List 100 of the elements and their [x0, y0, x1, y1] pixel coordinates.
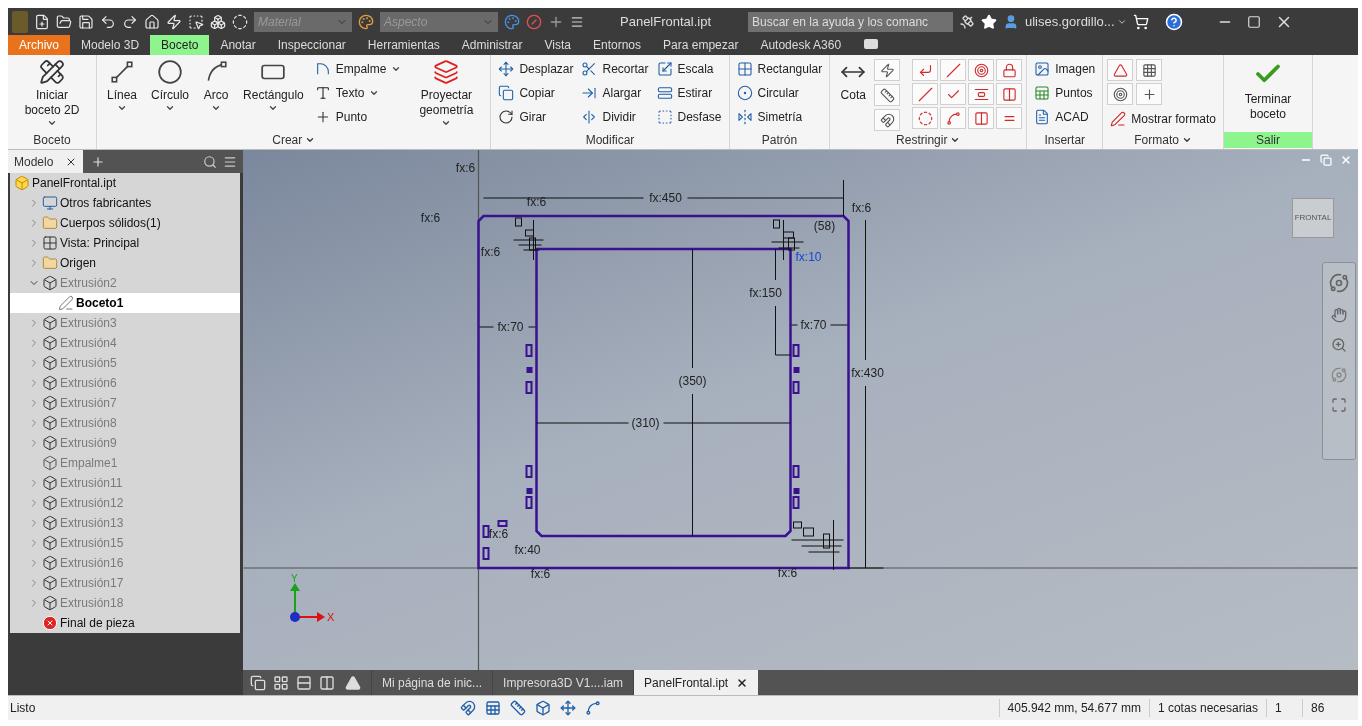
tree-item[interactable]: Vista: Principal [10, 233, 240, 253]
undo-icon[interactable] [100, 13, 116, 30]
ribbon-group-label[interactable]: Modificar [577, 131, 643, 149]
select-icon[interactable] [188, 13, 204, 30]
ribbon-group-label[interactable]: Salir [1223, 132, 1312, 149]
ribbon-button[interactable]: Imagen [1031, 57, 1099, 81]
redo-icon[interactable] [122, 13, 138, 30]
menu-tab[interactable]: Administrar [450, 35, 534, 55]
dimension-label[interactable]: fx:150 [749, 286, 782, 300]
menu-icon[interactable] [570, 14, 584, 29]
ribbon-button[interactable]: Copiar [495, 81, 577, 105]
up-triangle-icon[interactable] [345, 674, 361, 691]
dimension-label[interactable]: fx:6 [530, 567, 551, 581]
panel-toggle-icon[interactable] [864, 39, 879, 49]
dimension-label[interactable]: fx:6 [488, 527, 509, 541]
ribbon-button[interactable]: Mostrar formato [1107, 107, 1219, 131]
dimension-label[interactable]: fx:40 [514, 543, 541, 557]
home-icon[interactable] [144, 13, 160, 30]
dimension-label[interactable]: fx:430 [851, 366, 884, 380]
icon-button[interactable] [1136, 59, 1163, 81]
vertical-split-icon[interactable] [319, 674, 335, 691]
clear-appearance-icon[interactable] [526, 13, 542, 30]
add-tab-icon[interactable] [91, 154, 106, 169]
icon-button[interactable] [912, 83, 939, 105]
tree-item[interactable]: PanelFrontal.ipt [10, 173, 240, 193]
dimension-label[interactable]: fx:70 [800, 318, 827, 332]
help-icon[interactable] [1164, 12, 1183, 31]
save-icon[interactable] [78, 13, 94, 30]
dimension-label[interactable]: fx:6 [480, 245, 501, 259]
icon-button[interactable] [996, 59, 1023, 81]
horizontal-split-icon[interactable] [296, 674, 312, 691]
ribbon-button[interactable]: Recortar [578, 57, 652, 81]
user-menu[interactable]: ulises.gordillo... [1025, 11, 1127, 32]
dimension-label[interactable]: (310) [631, 416, 660, 430]
ribbon-large-button[interactable]: Iniciar boceto 2D [12, 57, 92, 128]
menu-tab[interactable]: Boceto [150, 35, 210, 55]
move-icon[interactable] [560, 700, 576, 716]
icon-button[interactable] [874, 84, 901, 106]
browser-tab[interactable]: Modelo [8, 150, 84, 173]
menu-tab[interactable]: Vista [533, 35, 582, 55]
icon-button[interactable] [968, 107, 995, 129]
lightning-icon[interactable] [166, 13, 182, 30]
tree-item[interactable]: Final de pieza [10, 613, 240, 633]
ribbon-button[interactable]: Dividir [578, 105, 652, 129]
ribbon-button[interactable]: ACAD [1031, 105, 1099, 129]
dimension-label[interactable]: (58) [813, 219, 836, 233]
box-icon[interactable] [535, 700, 551, 716]
icon-button[interactable] [874, 109, 901, 131]
dimension-icon[interactable] [510, 700, 526, 716]
ribbon-large-button[interactable]: Rectángulo [237, 57, 310, 113]
tile-icon[interactable] [273, 674, 289, 691]
document-tab[interactable]: PanelFrontal.ipt [633, 670, 759, 695]
curve-icon[interactable] [585, 700, 601, 716]
ribbon-large-button[interactable]: Proyectar geometría [406, 57, 487, 128]
ribbon-button[interactable]: Texto [311, 81, 405, 105]
ribbon-group-label[interactable]: Boceto [25, 131, 79, 149]
icon-button[interactable] [968, 83, 995, 105]
icon-button[interactable] [1136, 83, 1163, 105]
menu-tab[interactable]: Anotar [209, 35, 267, 55]
menu-tab[interactable]: Para empezar [652, 35, 750, 55]
icon-button[interactable] [996, 107, 1023, 129]
close-icon[interactable] [736, 676, 749, 689]
ribbon-group-label[interactable]: Restringir [888, 131, 969, 149]
objects-icon[interactable] [210, 13, 226, 30]
dimension-label[interactable]: fx:6 [777, 566, 798, 580]
ribbon-group-label[interactable]: Formato [1126, 131, 1200, 149]
menu-tab[interactable]: Herramientas [356, 35, 451, 55]
satellite-icon[interactable] [959, 13, 975, 30]
tree-item[interactable]: Boceto1 [10, 293, 240, 313]
icon-button[interactable] [968, 59, 995, 81]
ribbon-button[interactable]: Circular [733, 81, 826, 105]
ribbon-group-label[interactable]: Patrón [753, 131, 806, 149]
zoom-icon[interactable] [1331, 337, 1347, 353]
pan-icon[interactable] [1331, 307, 1347, 323]
tree-item[interactable]: Cuerpos sólidos(1) [10, 213, 240, 233]
ribbon-button[interactable]: Girar [495, 105, 577, 129]
ribbon-large-button[interactable]: Línea [101, 57, 144, 113]
ribbon-button[interactable]: Punto [311, 105, 405, 129]
open-folder-icon[interactable] [56, 13, 72, 30]
icon-button[interactable] [940, 107, 967, 129]
icon-button[interactable] [912, 59, 939, 81]
menu-tab[interactable]: Modelo 3D [70, 35, 151, 55]
ribbon-button[interactable]: Escala [653, 57, 725, 81]
ribbon-button[interactable]: Puntos [1031, 81, 1099, 105]
ribbon-button[interactable]: Desplazar [495, 57, 577, 81]
icon-button[interactable] [940, 59, 967, 81]
ribbon-group-label[interactable]: Crear [264, 131, 324, 149]
ribbon-large-button[interactable]: Círculo [145, 57, 196, 113]
ribbon-group-label[interactable]: Insertar [1036, 131, 1094, 149]
menu-tab[interactable]: Entornos [582, 35, 653, 55]
menu-tab[interactable]: Autodesk A360 [749, 35, 853, 55]
star-icon[interactable] [981, 13, 997, 30]
dimension-label[interactable]: fx:6 [851, 201, 872, 215]
dimension-label[interactable]: fx:6 [455, 161, 476, 175]
menu-tab[interactable]: Inspeccionar [266, 35, 357, 55]
ribbon-large-button[interactable]: Terminar boceto [1227, 57, 1308, 122]
dimension-label[interactable]: (350) [678, 374, 707, 388]
ribbon-button[interactable]: Alargar [578, 81, 652, 105]
dimension-label[interactable]: fx:6 [526, 195, 547, 209]
icon-button[interactable] [1107, 59, 1134, 81]
